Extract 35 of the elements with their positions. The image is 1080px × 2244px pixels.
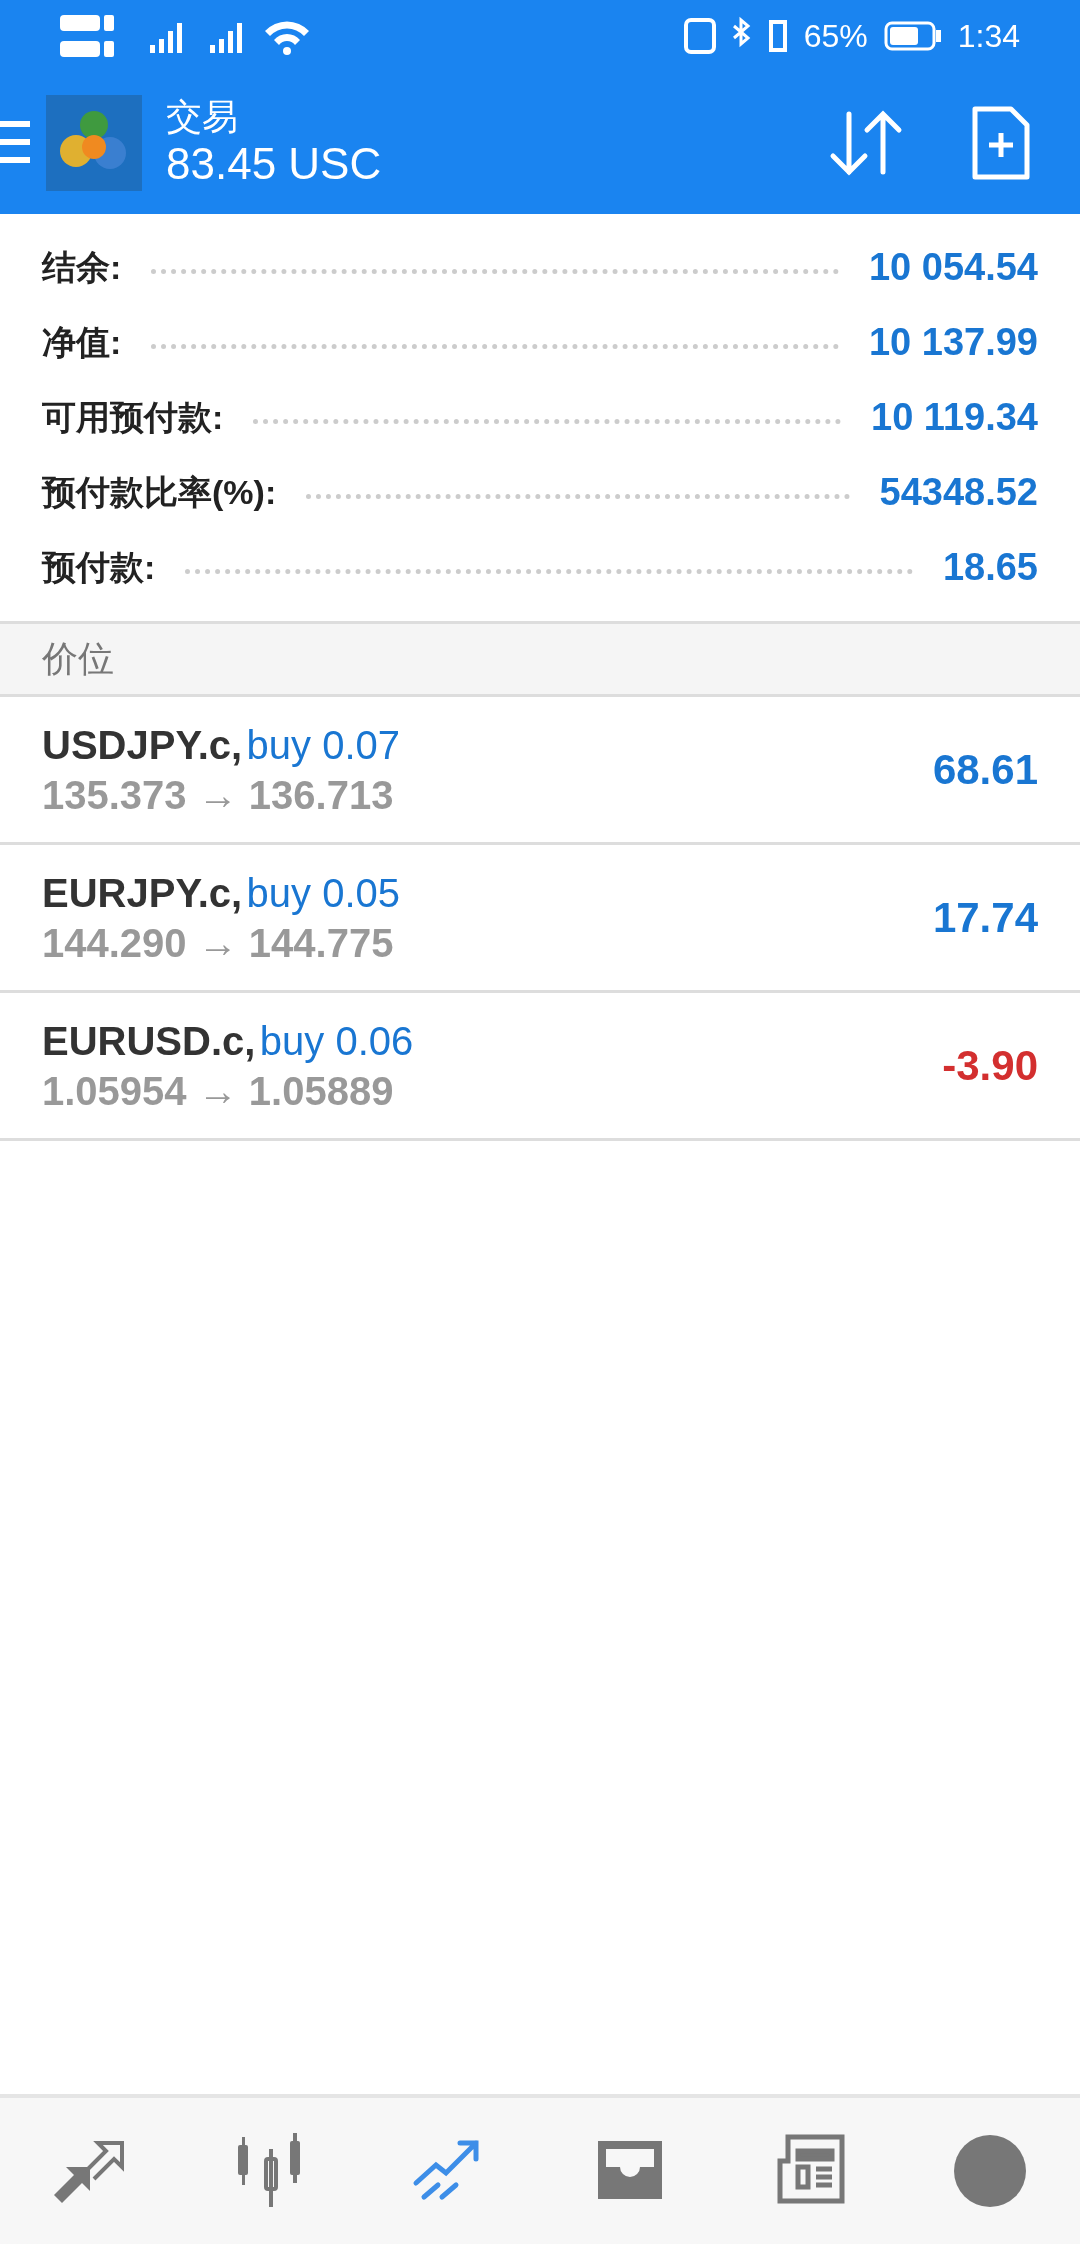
battery-icon bbox=[883, 21, 942, 51]
order-type: buy 0.05 bbox=[246, 870, 401, 915]
position-symbol: EURUSD.c, bbox=[42, 1018, 256, 1063]
position-row[interactable]: USDJPY.c,buy 0.07 135.373 → 136.713 68.61 bbox=[0, 697, 1080, 845]
section-header: 价位 bbox=[42, 637, 114, 681]
nfc-icon bbox=[683, 16, 716, 56]
order-type: buy 0.06 bbox=[259, 1018, 414, 1063]
price-range: 135.373 → 136.713 bbox=[42, 771, 395, 819]
price-range: 1.05954 → 1.05889 bbox=[42, 1067, 395, 1115]
menu-icon bbox=[0, 121, 30, 165]
add-document-icon bbox=[971, 105, 1031, 181]
price-range: 144.290 → 144.775 bbox=[42, 919, 395, 967]
position-symbol: EURJPY.c, bbox=[42, 870, 243, 915]
summary-label: 结余: bbox=[42, 247, 122, 288]
profit-value: 17.74 bbox=[932, 893, 1038, 943]
summary-value: 10 054.54 bbox=[868, 245, 1038, 290]
battery-percent: 65% bbox=[803, 17, 868, 56]
position-symbol: USDJPY.c, bbox=[42, 722, 243, 767]
screen-title: 交易 bbox=[166, 95, 239, 139]
position-row[interactable]: EURUSD.c,buy 0.06 1.05954 → 1.05889 -3.90 bbox=[0, 993, 1080, 1141]
app-logo-icon bbox=[46, 95, 142, 191]
profit-value: -3.90 bbox=[942, 1041, 1038, 1091]
profit-total: 83.45 USC bbox=[166, 138, 383, 191]
summary-label: 净值: bbox=[42, 322, 122, 363]
summary-value: 10 137.99 bbox=[868, 320, 1038, 365]
summary-value: 18.65 bbox=[942, 545, 1038, 590]
order-type: buy 0.07 bbox=[246, 722, 401, 767]
summary-value: 54348.52 bbox=[879, 470, 1038, 515]
summary-label: 可用预付款: bbox=[42, 397, 224, 438]
summary-label: 预付款: bbox=[42, 547, 156, 588]
summary-value: 10 119.34 bbox=[871, 395, 1038, 440]
clock: 1:34 bbox=[957, 17, 1020, 56]
profit-value: 68.61 bbox=[932, 745, 1038, 795]
position-row[interactable]: EURJPY.c,buy 0.05 144.290 → 144.775 17.74 bbox=[0, 845, 1080, 993]
summary-label: 预付款比率(%): bbox=[42, 472, 277, 513]
